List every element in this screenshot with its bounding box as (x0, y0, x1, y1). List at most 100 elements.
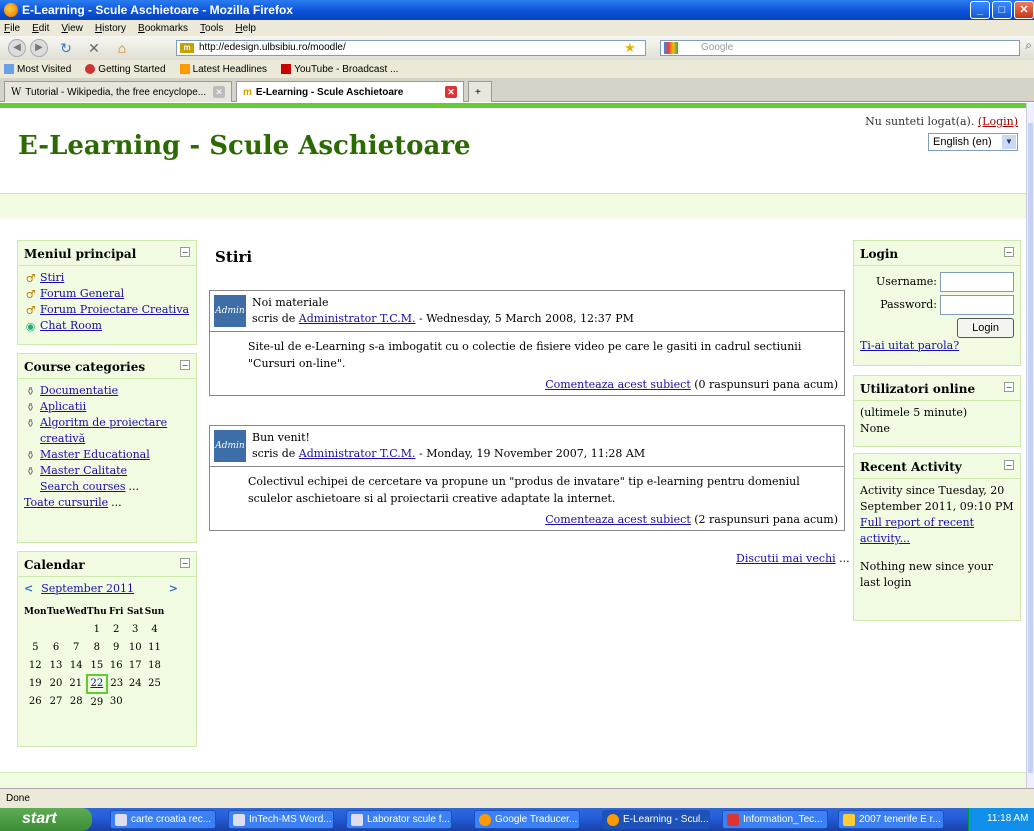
header-accent-line (0, 103, 1026, 108)
reload-icon[interactable]: ↻ (58, 40, 74, 56)
tab-close-icon[interactable]: ✕ (213, 86, 225, 98)
next-month-icon[interactable]: > (169, 581, 190, 597)
bookmark-most-visited[interactable]: Most Visited (4, 64, 71, 75)
login-block: Login − Username: Password: Login Ti-ai u… (853, 240, 1021, 366)
taskbar-item[interactable]: 2007 tenerife E r... (838, 810, 944, 829)
category-aplicatii[interactable]: ⚱ Aplicatii (24, 399, 190, 415)
tab-close-icon[interactable]: ✕ (445, 86, 457, 98)
footer-bar (0, 772, 1026, 788)
collapse-icon[interactable]: − (180, 558, 190, 568)
course-categories-block: Course categories − ⚱ Documentatie ⚱ Aplica… (17, 353, 197, 543)
block-title: Login − (854, 241, 1020, 266)
search-input[interactable]: Google (660, 40, 1020, 56)
post-author-link[interactable]: Administrator T.C.M. (299, 312, 416, 325)
category-algoritm-cont[interactable]: creativă (24, 431, 190, 447)
all-courses-link[interactable]: Toate cursurile... (24, 495, 190, 511)
maximize-button[interactable]: □ (992, 1, 1012, 19)
search-courses-link[interactable]: Search courses... (24, 479, 190, 495)
forum-icon: ♂ (25, 271, 36, 285)
category-master-educational[interactable]: ⚱ Master Educational (24, 447, 190, 463)
calendar-week: 5 6 7 8 9 10 11 (32, 642, 161, 653)
taskbar-item[interactable]: Google Traducer... (474, 810, 580, 829)
menu-item-chat-room[interactable]: ◉ Chat Room (24, 318, 190, 334)
taskbar-item-active[interactable]: E-Learning - Scul... (602, 810, 710, 829)
bookmark-getting-started[interactable]: Getting Started (85, 64, 166, 75)
forward-button[interactable]: ▶ (30, 39, 48, 57)
admin-avatar: Admin (214, 430, 246, 462)
block-title: Calendar − (18, 552, 196, 577)
login-button[interactable]: Login (957, 318, 1014, 338)
new-tab-button[interactable]: + (468, 81, 492, 102)
online-period: (ultimele 5 minute) (860, 406, 968, 419)
menu-item-forum-general[interactable]: ♂ Forum General (24, 286, 190, 302)
search-go-icon[interactable]: ⌕ (1025, 38, 1032, 53)
forum-post: Admin Bun venit! scris de Administrator … (209, 425, 845, 531)
menu-item-stiri[interactable]: ♂ Stiri (24, 270, 190, 286)
category-algoritm[interactable]: ⚱ Algoritm de proiectare (24, 415, 190, 431)
taskbar-item[interactable]: Laborator scule f... (346, 810, 452, 829)
menu-help[interactable]: Help (235, 23, 256, 34)
calendar-week: 1234 (93, 624, 158, 635)
stop-icon[interactable]: ✕ (86, 40, 102, 56)
address-bar[interactable]: m http://edesign.ulbsibiu.ro/moodle/ (176, 40, 646, 56)
login-link[interactable]: (Login) (978, 115, 1018, 128)
menu-edit[interactable]: Edit (32, 23, 49, 34)
post-author-link[interactable]: Administrator T.C.M. (299, 447, 416, 460)
chevron-down-icon[interactable]: ▼ (1002, 135, 1016, 149)
older-discussions: Discutii mai vechi ... (736, 552, 850, 565)
collapse-icon[interactable]: − (1004, 460, 1014, 470)
site-title: E-Learning - Scule Aschietoare (18, 131, 471, 161)
calendar-month[interactable]: September 2011 (33, 581, 169, 597)
bookmark-youtube[interactable]: YouTube - Broadcast ... (281, 64, 398, 75)
online-users-block: Utilizatori online − (ultimele 5 minute) … (853, 375, 1021, 447)
taskbar-item[interactable]: carte croatia rec... (110, 810, 216, 829)
username-label: Username: (876, 275, 937, 288)
window-titlebar: E-Learning - Scule Aschietoare - Mozilla… (0, 0, 1034, 20)
collapse-icon[interactable]: − (1004, 382, 1014, 392)
start-button[interactable]: start (0, 808, 92, 831)
menu-tools[interactable]: Tools (200, 23, 223, 34)
category-master-calitate[interactable]: ⚱ Master Calitate (24, 463, 190, 479)
menu-view[interactable]: View (61, 23, 83, 34)
home-icon[interactable]: ⌂ (114, 40, 130, 56)
vertical-scrollbar[interactable] (1026, 103, 1034, 788)
tab-wikipedia[interactable]: W Tutorial - Wikipedia, the free encyclo… (4, 81, 232, 102)
calendar-today[interactable]: 22 (85, 674, 108, 694)
search-placeholder: Google (701, 42, 734, 53)
tab-elearning[interactable]: m E-Learning - Scule Aschietoare ✕ (236, 81, 464, 102)
menu-file[interactable]: File (4, 23, 20, 34)
calendar-week: 19 20 21 22 23 24 25 (24, 674, 164, 694)
folder-icon (843, 814, 855, 826)
scrollbar-thumb[interactable] (1028, 123, 1033, 773)
bookmark-latest-headlines[interactable]: Latest Headlines (179, 64, 267, 75)
comment-link[interactable]: Comenteaza acest subiect (545, 378, 691, 391)
taskbar-item[interactable]: InTech-MS Word... (228, 810, 334, 829)
google-engine-icon[interactable] (664, 42, 678, 54)
category-documentatie[interactable]: ⚱ Documentatie (24, 383, 190, 399)
online-none: None (860, 422, 890, 435)
collapse-icon[interactable]: − (180, 247, 190, 257)
calendar-grid: Mon Tue Wed Thu Fri Sat Sun 1234 5 6 7 8 9 10 11 12 1… (24, 603, 164, 711)
collapse-icon[interactable]: − (180, 360, 190, 370)
page-viewport: E-Learning - Scule Aschietoare Nu suntet… (0, 103, 1026, 788)
back-button[interactable]: ◀ (8, 39, 26, 57)
forum-icon: ♂ (25, 303, 36, 317)
username-field[interactable] (940, 272, 1014, 292)
full-report-link[interactable]: Full report of recent activity... (860, 516, 974, 545)
collapse-icon[interactable]: − (1004, 247, 1014, 257)
menu-item-forum-proiectare[interactable]: ♂ Forum Proiectare Creativa (24, 302, 190, 318)
status-text: Done (6, 793, 30, 804)
menu-bookmarks[interactable]: Bookmarks (138, 23, 188, 34)
forgot-password-link[interactable]: Ti-ai uitat parola? (860, 339, 959, 352)
language-select[interactable]: English (en) ▼ (928, 133, 1018, 151)
password-field[interactable] (940, 295, 1014, 315)
menu-history[interactable]: History (95, 23, 126, 34)
taskbar-item[interactable]: Information_Tec... (722, 810, 828, 829)
minimize-button[interactable]: _ (970, 1, 990, 19)
prev-month-icon[interactable]: < (24, 581, 33, 597)
bookmark-star-icon[interactable]: ★ (624, 40, 636, 56)
close-button[interactable]: ✕ (1014, 1, 1034, 19)
firefox-icon (607, 814, 619, 826)
older-discussions-link[interactable]: Discutii mai vechi (736, 552, 836, 565)
comment-link[interactable]: Comenteaza acest subiect (545, 513, 691, 526)
